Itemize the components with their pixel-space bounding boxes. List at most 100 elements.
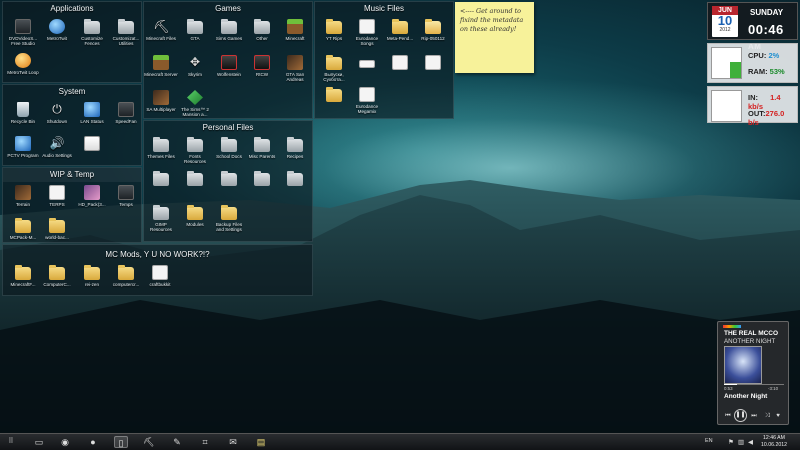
network-tray-icon[interactable]: ▥ [738, 438, 744, 446]
desktop-item[interactable] [245, 171, 279, 188]
desktop-item[interactable]: Eurodance Songs [350, 19, 384, 46]
player-progress[interactable] [724, 384, 784, 385]
desktop-item[interactable]: Sims Games [212, 19, 246, 41]
desktop-item[interactable]: HD_Pack(3... [75, 185, 109, 207]
desktop-item[interactable]: ⏻ Shutdown [40, 102, 74, 124]
tv-icon [15, 136, 31, 151]
desktop-item[interactable]: craftbukkit [143, 265, 177, 287]
desktop-item[interactable] [317, 87, 351, 104]
folder-icon [221, 171, 237, 186]
desktop-item[interactable]: MetroTwit [40, 19, 74, 41]
desktop-item[interactable]: Recycle Bin [6, 102, 40, 124]
shuffle-icon[interactable]: ⤨ [762, 411, 772, 421]
desktop-item[interactable]: Modules [178, 205, 212, 227]
desktop-item[interactable]: ⛏ Minecraft Files [144, 19, 178, 41]
desktop-item[interactable] [350, 55, 384, 70]
language-indicator[interactable]: EN [705, 438, 713, 444]
desktop-item[interactable] [416, 55, 450, 72]
sticky-note[interactable]: <---- Get around to fixind the metadata … [455, 2, 534, 73]
desktop-item[interactable]: Выпуски, Сухбота... [317, 55, 351, 82]
dvd-icon [15, 19, 31, 34]
network-monitor-widget[interactable]: IN: 1.4 kb/s OUT:276.0 b/s [707, 86, 798, 127]
fence-title: Music Files [363, 4, 404, 13]
crop-icon[interactable]: ⌗ [198, 436, 212, 448]
heart-icon[interactable]: ♥ [773, 411, 783, 421]
desktop-item[interactable]: DVDVideoS... Free Studio [6, 19, 40, 46]
desktop-item[interactable] [144, 171, 178, 188]
phone-icon[interactable]: ▯ [114, 436, 128, 448]
fence-wip-temp[interactable]: WIP & Temp Terrain TERPS HD_Pack(3... Te… [2, 167, 142, 243]
desktop-item[interactable]: MinecraftF... [6, 265, 40, 287]
desktop-item[interactable]: Fonts Resources [178, 137, 212, 164]
explorer-icon[interactable]: ▭ [32, 436, 46, 448]
desktop-item[interactable]: world-bac... [40, 218, 74, 240]
fence-games[interactable]: Games ⛏ Minecraft Files GTA Sims Games Ot… [143, 1, 313, 119]
desktop-item[interactable]: PCTV Program [6, 136, 40, 158]
desktop-item[interactable]: YT Rips [317, 19, 351, 41]
desktop-item[interactable]: Minecraft [278, 19, 312, 41]
next-icon[interactable]: ⏭ [749, 411, 759, 421]
system-monitor-widget[interactable]: CPU: 2% RAM: 53% [707, 43, 798, 83]
desktop-item[interactable]: Minecraft Server [144, 55, 178, 77]
fence-music-files[interactable]: Music Files YT Rips Eurodance Songs Meta… [314, 1, 454, 119]
desktop-item[interactable]: Misc Parents [245, 137, 279, 159]
desktop-item[interactable]: Customizat... Utilities [109, 19, 143, 46]
desktop-item[interactable]: GTA [178, 19, 212, 41]
desktop-item[interactable]: Eurodance Megamix [350, 87, 384, 114]
ram-readout: RAM: 53% [748, 67, 785, 76]
pause-icon[interactable]: ❚❚ [734, 409, 747, 422]
desktop-item[interactable]: Customize Fences [75, 19, 109, 46]
desktop-item[interactable]: Backup Files and Settings [212, 205, 246, 232]
desktop-item[interactable]: RtCW [245, 55, 279, 77]
flag-icon[interactable]: ⚑ [728, 438, 734, 446]
desktop-item[interactable]: Themes Files [144, 137, 178, 159]
desktop-item[interactable]: The Sims™ 2 Mansion a... [178, 90, 212, 117]
desktop-item[interactable] [178, 171, 212, 188]
desktop-item[interactable]: GTA San Andreas [278, 55, 312, 82]
desktop-item[interactable]: Other [245, 19, 279, 41]
desktop-item[interactable]: Recipes [278, 137, 312, 159]
desktop-item[interactable]: MetroTwit Loop [6, 53, 40, 75]
desktop-item[interactable] [383, 55, 417, 72]
fence-mc-mods[interactable]: MC Mods, Y U NO WORK?!? MinecraftF... Co… [2, 244, 313, 296]
paint-icon[interactable]: ✎ [170, 436, 184, 448]
fence-personal-files[interactable]: Personal Files Themes Files Fonts Resour… [143, 120, 313, 242]
desktop-item[interactable]: ✥ Skyrim [178, 55, 212, 77]
desktop-item[interactable]: MCPack-M... [6, 218, 40, 240]
firefox-icon[interactable]: ◉ [58, 436, 72, 448]
folder-icon [84, 265, 100, 280]
desktop-item[interactable]: 🔊 Audio Settings [40, 136, 74, 158]
desktop-item[interactable]: TERPS [40, 185, 74, 207]
settings-icon [84, 136, 100, 151]
music-file-icon [359, 87, 375, 102]
desktop-item[interactable]: LAN Status [75, 102, 109, 124]
minecraft-icon[interactable]: ⛏ [142, 436, 156, 448]
desktop-item[interactable]: SA Multiplayer [144, 90, 178, 112]
desktop-item[interactable]: Temps [109, 185, 143, 207]
folder-icon [153, 171, 169, 186]
desktop-item[interactable]: ComputerC... [40, 265, 74, 287]
desktop-item[interactable]: SpeedFan [109, 102, 143, 124]
volume-icon[interactable]: ◀ [748, 438, 753, 446]
desktop-item[interactable]: computercr... [109, 265, 143, 287]
fence-applications[interactable]: Applications DVDVideoS... Free Studio Me… [2, 1, 142, 83]
desktop-item[interactable]: Wolfenstein [212, 55, 246, 77]
desktop-item[interactable]: Rip-050112 [416, 19, 450, 41]
start-icon[interactable]: ⠿ [4, 436, 18, 448]
desktop-item[interactable]: rei-zen [75, 265, 109, 287]
desktop-item[interactable] [212, 171, 246, 188]
desktop-item[interactable]: Meta-Pend... [383, 19, 417, 41]
music-player-widget[interactable]: THE REAL MCCO ANOTHER NIGHT 0:53 -3:10 A… [717, 321, 789, 425]
desktop-item[interactable]: GIMP Resources [144, 205, 178, 232]
messenger-icon[interactable]: ● [86, 436, 100, 448]
desktop-item[interactable]: Terrain [6, 185, 40, 207]
previous-icon[interactable]: ⏮ [723, 411, 733, 421]
notes-icon[interactable]: ▤ [254, 436, 268, 448]
clock-widget[interactable]: JUN 10 2012 SUNDAY 00:46 AM [707, 2, 798, 51]
desktop-item[interactable] [75, 136, 109, 153]
tray-clock[interactable]: 12:46 AM 10.06.2012 [760, 435, 788, 448]
desktop-item[interactable]: School Docs [212, 137, 246, 159]
fence-system[interactable]: System Recycle Bin ⏻ Shutdown LAN Status … [2, 84, 142, 166]
desktop-item[interactable] [278, 171, 312, 188]
mail-icon[interactable]: ✉ [226, 436, 240, 448]
